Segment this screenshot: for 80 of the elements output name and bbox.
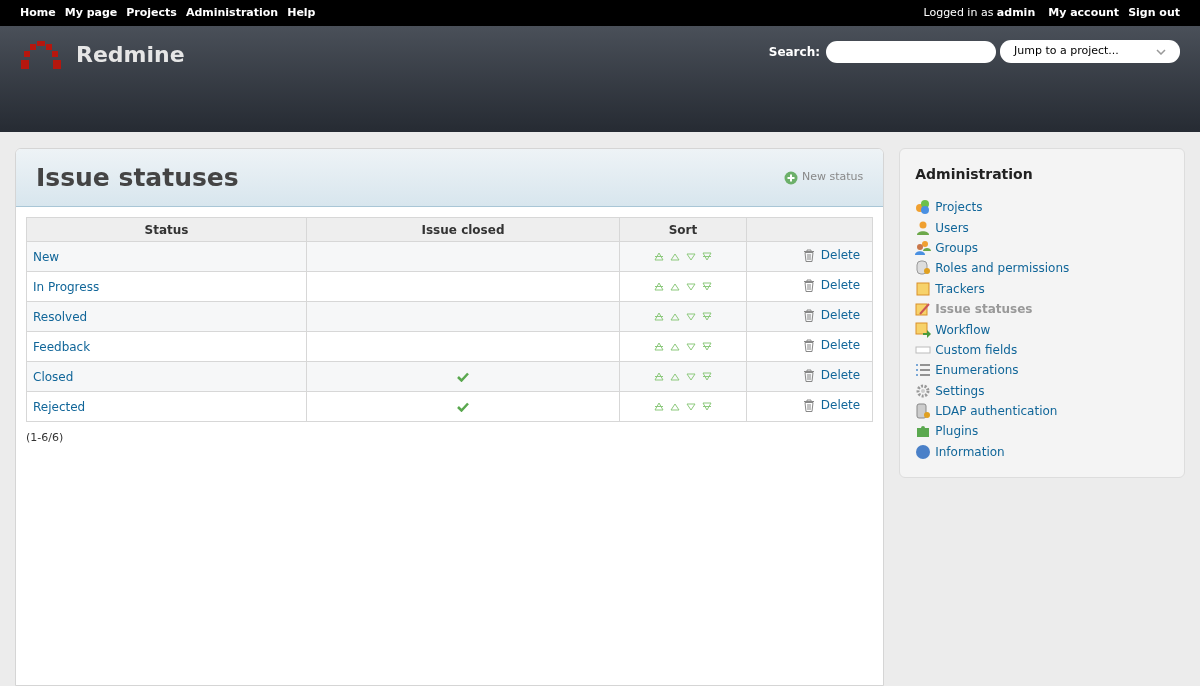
note-icon xyxy=(915,280,932,297)
move-bottom-icon[interactable] xyxy=(702,251,712,261)
status-link[interactable]: New xyxy=(33,249,60,264)
trash-icon xyxy=(802,338,815,352)
column-header: Status xyxy=(26,217,307,242)
move-down-icon[interactable] xyxy=(686,341,696,351)
status-link[interactable]: In Progress xyxy=(33,279,100,294)
user-icon xyxy=(915,219,932,236)
projects-icon xyxy=(915,199,932,216)
status-link[interactable]: Resolved xyxy=(33,309,88,324)
sidebar-item[interactable]: Projects xyxy=(915,197,1169,218)
move-up-icon[interactable] xyxy=(670,281,680,291)
search-label: Search: xyxy=(768,43,820,61)
move-up-icon[interactable] xyxy=(670,341,680,351)
sidebar-item[interactable]: Plugins xyxy=(915,421,1169,442)
search-field[interactable] xyxy=(826,40,996,63)
project-dropdown[interactable]: Jump to a project... xyxy=(1000,40,1180,63)
sidebar-item[interactable]: Trackers xyxy=(915,278,1169,299)
server-key-icon xyxy=(915,403,932,420)
sidebar-item[interactable]: Information xyxy=(915,441,1169,463)
arch-logo-icon xyxy=(20,39,62,70)
move-down-icon[interactable] xyxy=(686,311,696,321)
move-top-icon[interactable] xyxy=(654,311,664,321)
trash-icon xyxy=(802,398,815,412)
move-down-icon[interactable] xyxy=(686,371,696,381)
site-title[interactable]: Redmine xyxy=(76,38,185,71)
sidebar-item[interactable]: Settings xyxy=(915,380,1169,401)
status-link[interactable]: Closed xyxy=(33,369,74,384)
sidebar-title: Administration xyxy=(915,165,1034,184)
move-bottom-icon[interactable] xyxy=(702,311,712,321)
move-top-icon[interactable] xyxy=(654,281,664,291)
move-top-icon[interactable] xyxy=(654,251,664,261)
move-up-icon[interactable] xyxy=(670,371,680,381)
logged-in-text: Logged in as admin xyxy=(923,4,1036,21)
sidebar-item[interactable]: Enumerations xyxy=(915,360,1169,381)
gear-icon xyxy=(915,382,932,399)
menu-link[interactable]: Help xyxy=(287,4,316,22)
menu-link[interactable]: Administration xyxy=(185,4,279,22)
sidebar-item[interactable]: Groups xyxy=(915,237,1169,259)
trash-icon xyxy=(802,248,815,262)
move-bottom-icon[interactable] xyxy=(702,281,712,291)
note-pencil-icon xyxy=(915,301,932,318)
sidebar-item[interactable]: Users xyxy=(915,217,1169,238)
trash-icon xyxy=(802,308,815,322)
database-key-icon xyxy=(915,260,932,277)
move-bottom-icon[interactable] xyxy=(702,371,712,381)
plus-icon xyxy=(783,170,798,185)
move-up-icon[interactable] xyxy=(670,251,680,261)
menu-link[interactable]: Sign out xyxy=(1128,4,1180,22)
menu-link[interactable]: My account xyxy=(1048,4,1120,22)
trash-icon xyxy=(802,278,815,292)
sidebar-item[interactable]: Roles and permissions xyxy=(915,258,1169,279)
new-status-link[interactable]: New status xyxy=(783,169,864,186)
move-up-icon[interactable] xyxy=(670,311,680,321)
move-bottom-icon[interactable] xyxy=(702,401,712,411)
column-header: Issue closed xyxy=(306,217,620,242)
status-link[interactable]: Feedback xyxy=(33,339,91,354)
sidebar-item[interactable]: LDAP authentication xyxy=(915,400,1169,422)
sidebar-item[interactable]: Workflow xyxy=(915,319,1169,340)
status-link[interactable]: Rejected xyxy=(33,399,86,414)
page-title: Issue statuses xyxy=(36,161,239,194)
pagination-text: (1-6/6) xyxy=(26,430,65,446)
move-top-icon[interactable] xyxy=(654,371,664,381)
move-down-icon[interactable] xyxy=(686,251,696,261)
trash-icon xyxy=(802,368,815,382)
users-icon xyxy=(915,239,932,256)
chevron-icon xyxy=(1156,48,1166,55)
move-up-icon[interactable] xyxy=(670,401,680,411)
menu-link[interactable]: Home xyxy=(20,4,56,22)
move-top-icon[interactable] xyxy=(654,401,664,411)
move-top-icon[interactable] xyxy=(654,341,664,351)
column-header: Sort xyxy=(619,217,747,242)
menu-link[interactable]: Projects xyxy=(126,4,177,22)
list-icon xyxy=(915,362,932,379)
move-bottom-icon[interactable] xyxy=(702,341,712,351)
move-down-icon[interactable] xyxy=(686,281,696,291)
sidebar-item[interactable]: Custom fields xyxy=(915,339,1169,361)
menu-link[interactable]: My page xyxy=(64,4,118,22)
move-down-icon[interactable] xyxy=(686,401,696,411)
note-arrow-icon xyxy=(915,321,932,338)
